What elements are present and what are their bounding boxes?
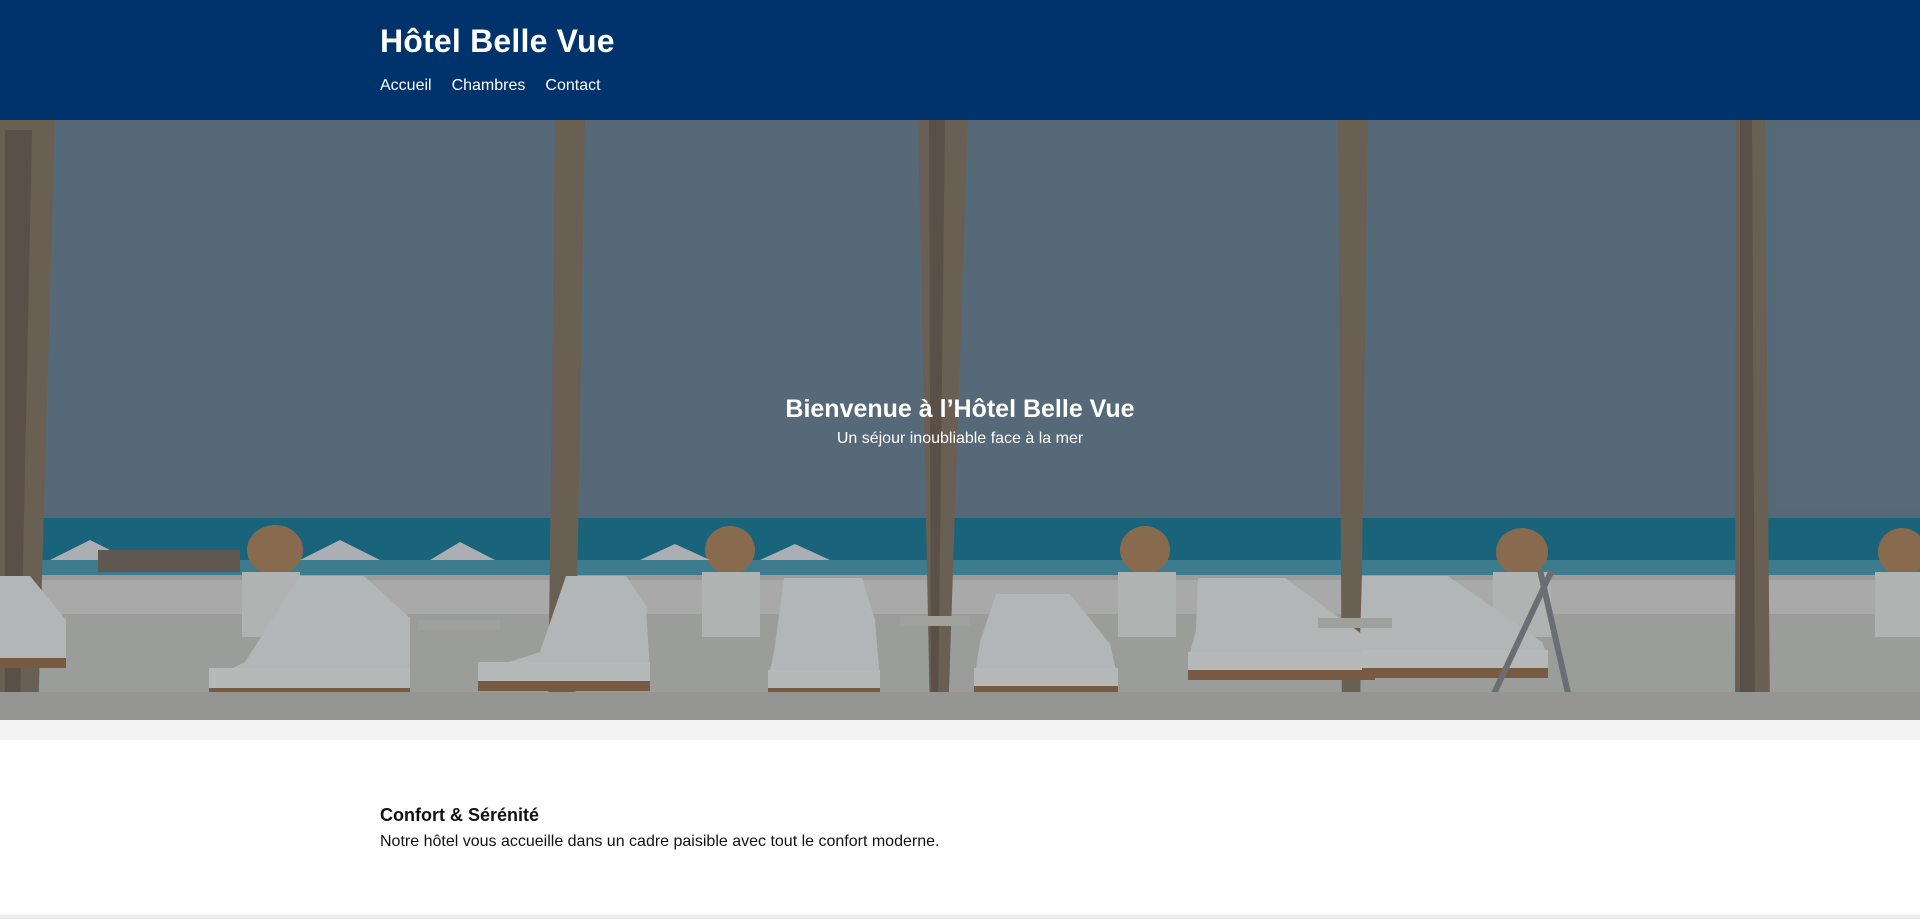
nav-link-accueil[interactable]: Accueil xyxy=(380,76,432,96)
header-content: Hôtel Belle Vue Accueil Chambres Contact xyxy=(380,20,615,96)
hero-text-block: Bienvenue à l’Hôtel Belle Vue Un séjour … xyxy=(0,392,1920,450)
section-separator xyxy=(0,720,1920,740)
section-text: Notre hôtel vous accueille dans un cadre… xyxy=(380,833,940,850)
section-title: Confort & Sérénité xyxy=(380,805,540,825)
hero-title: Bienvenue à l’Hôtel Belle Vue xyxy=(785,395,1135,423)
site-title: Hôtel Belle Vue xyxy=(380,23,615,59)
content-section: Confort & Sérénité Notre hôtel vous accu… xyxy=(0,740,1920,919)
content-inner: Confort & Sérénité Notre hôtel vous accu… xyxy=(380,803,939,852)
site-header: Hôtel Belle Vue Accueil Chambres Contact xyxy=(0,0,1920,120)
hero-subtitle: Un séjour inoubliable face à la mer xyxy=(836,430,1084,447)
nav-link-chambres[interactable]: Chambres xyxy=(452,76,526,96)
hero-banner: Bienvenue à l’Hôtel Belle Vue Un séjour … xyxy=(0,120,1920,720)
main-nav: Accueil Chambres Contact xyxy=(380,76,615,96)
nav-link-contact[interactable]: Contact xyxy=(545,76,600,96)
